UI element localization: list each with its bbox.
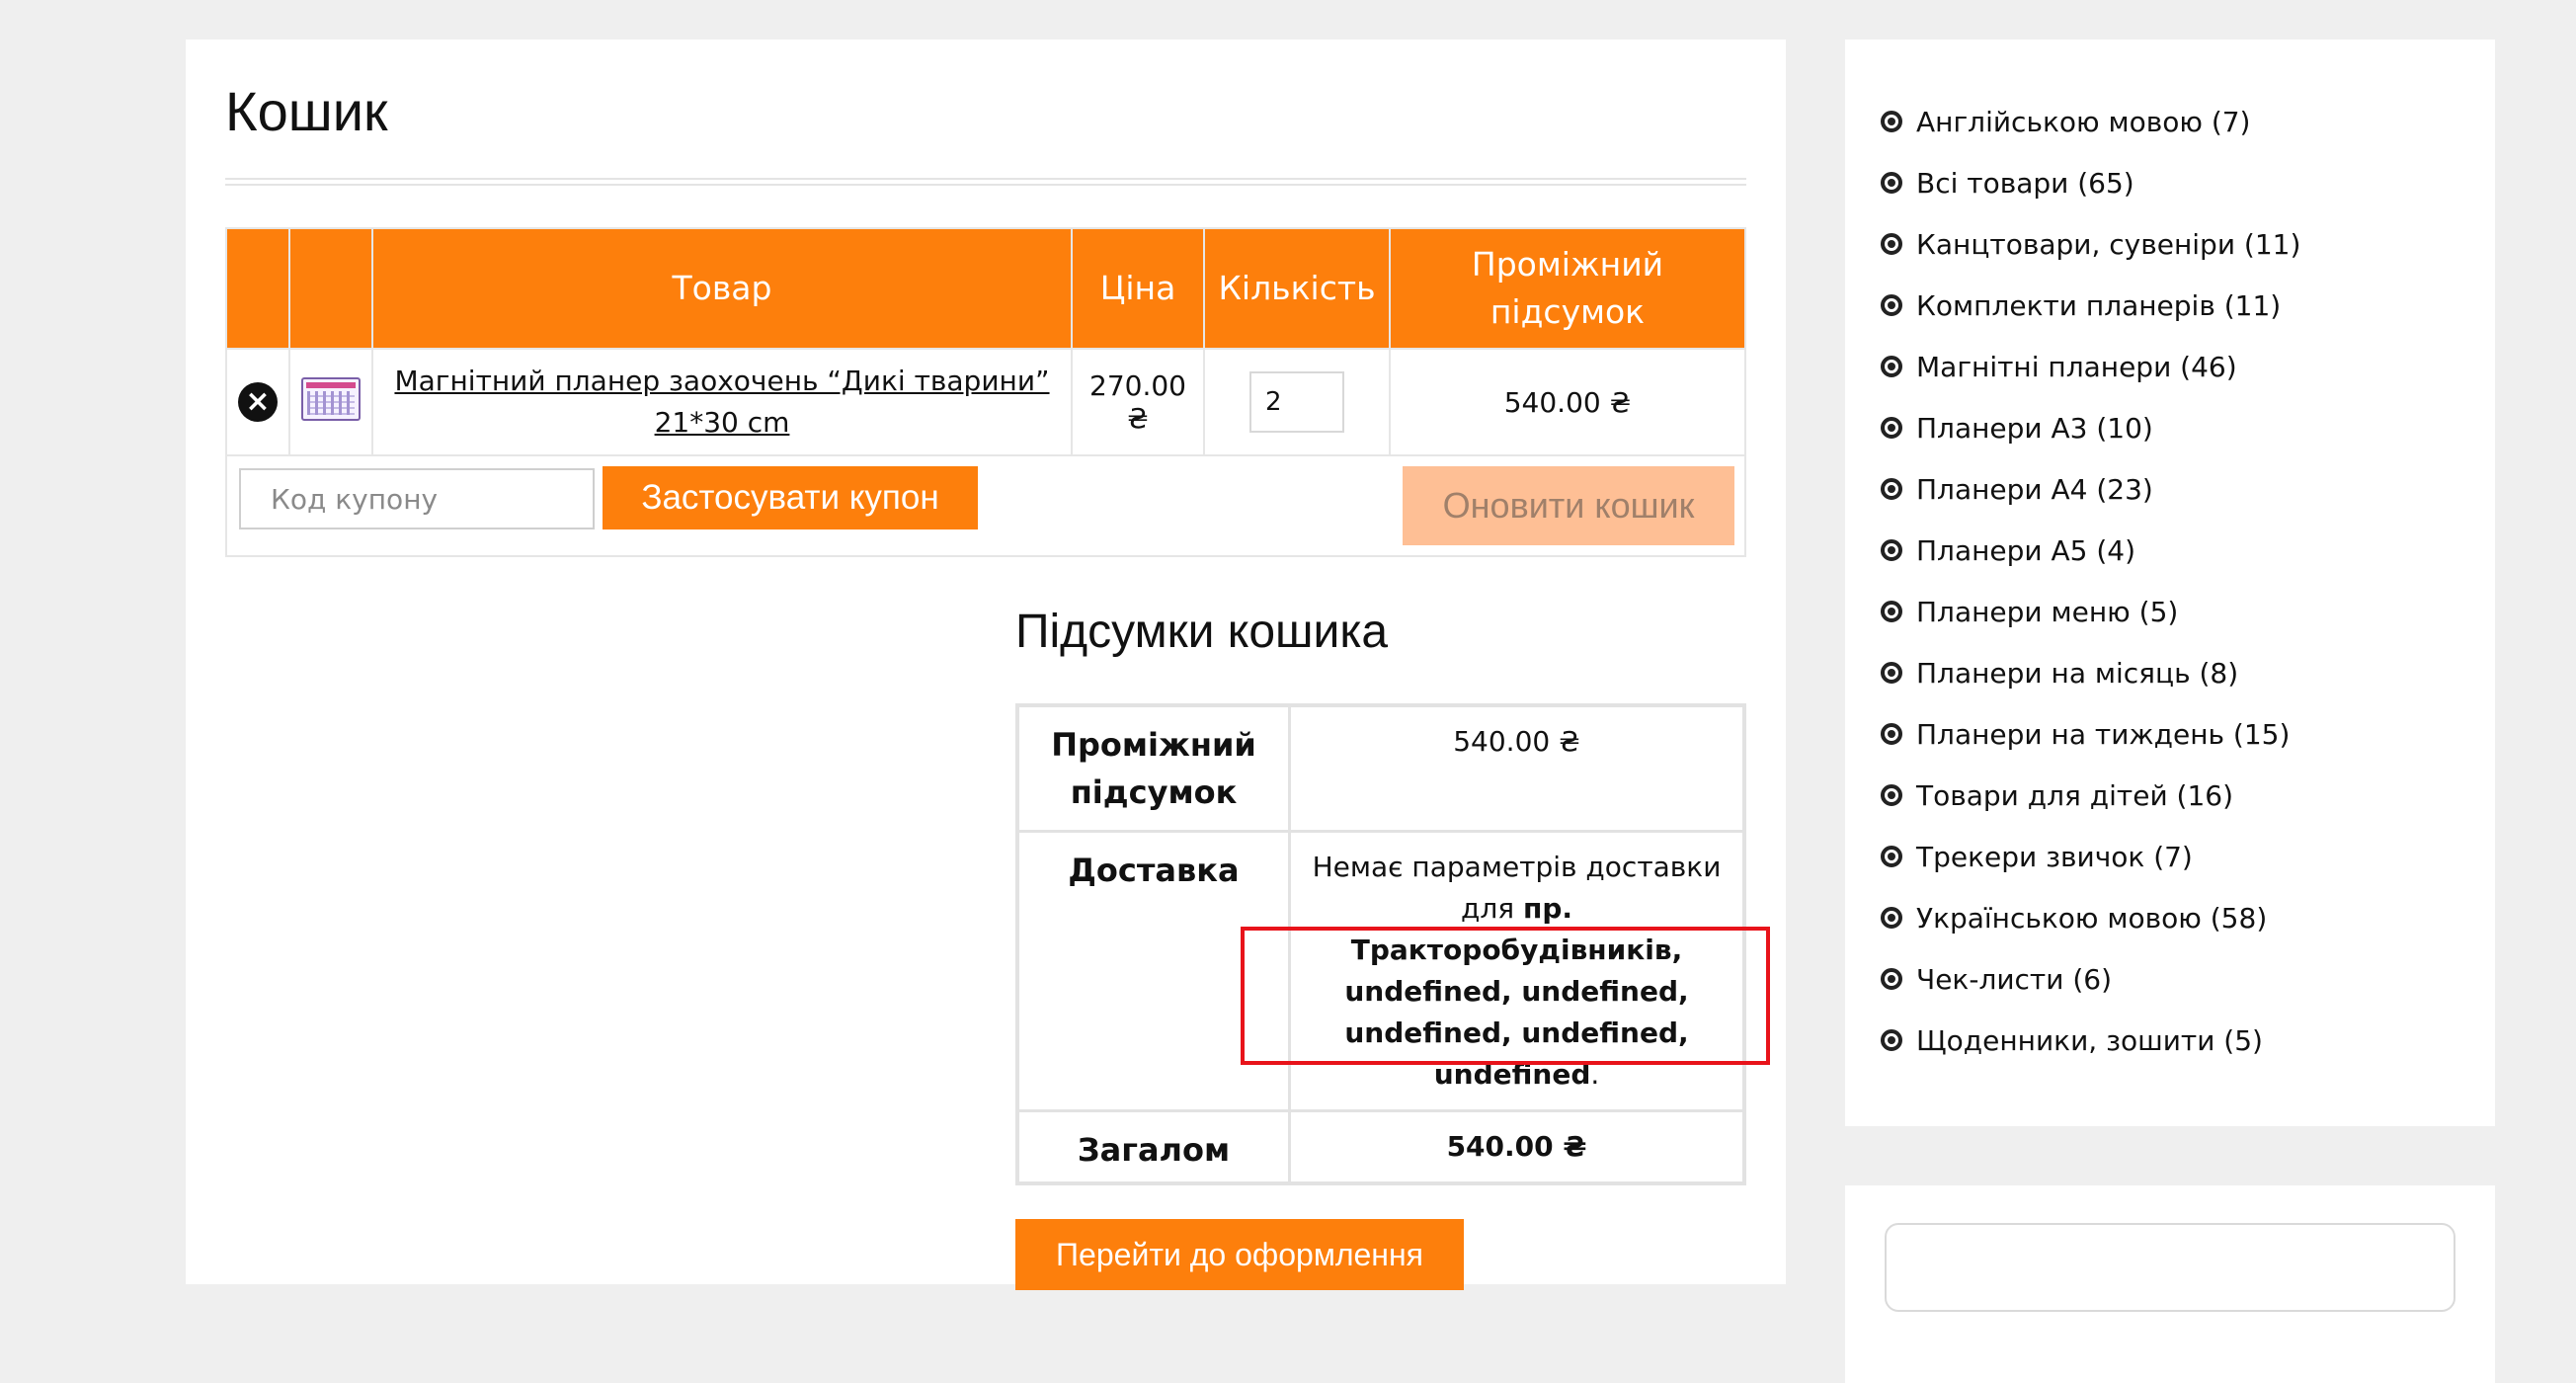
category-label[interactable]: Українською мовою (58) bbox=[1916, 902, 2267, 935]
cart-table: Товар Ціна Кількість Проміжний підсумок … bbox=[225, 227, 1746, 557]
totals-total-row: Загалом 540.00 ₴ bbox=[1015, 1109, 1746, 1185]
category-label[interactable]: Планери А5 (4) bbox=[1916, 534, 2135, 567]
circle-dot-icon bbox=[1881, 478, 1902, 500]
total-label: Загалом bbox=[1015, 1109, 1291, 1185]
total-value: 540.00 ₴ bbox=[1288, 1109, 1746, 1185]
header-subtotal: Проміжний підсумок bbox=[1389, 227, 1746, 350]
circle-dot-icon bbox=[1881, 1029, 1902, 1051]
cart-item-row: × Магнітний планер заохочень “Дикі твари… bbox=[225, 348, 1746, 456]
circle-dot-icon bbox=[1881, 172, 1902, 194]
category-label[interactable]: Планери на тиждень (15) bbox=[1916, 718, 2290, 751]
circle-dot-icon bbox=[1881, 662, 1902, 684]
sidebar-category-item[interactable]: Всі товари (65) bbox=[1881, 152, 2300, 213]
circle-dot-icon bbox=[1881, 601, 1902, 622]
circle-dot-icon bbox=[1881, 968, 1902, 990]
category-label[interactable]: Планери на місяць (8) bbox=[1916, 657, 2238, 690]
circle-dot-icon bbox=[1881, 356, 1902, 377]
close-circle-icon[interactable]: × bbox=[238, 382, 278, 422]
checkout-button[interactable]: Перейти до оформлення bbox=[1015, 1219, 1464, 1290]
category-label[interactable]: Магнітні планери (46) bbox=[1916, 351, 2237, 383]
category-label[interactable]: Планери А3 (10) bbox=[1916, 412, 2153, 445]
category-label[interactable]: Англійською мовою (7) bbox=[1916, 106, 2250, 138]
coupon-input[interactable] bbox=[239, 468, 595, 529]
circle-dot-icon bbox=[1881, 294, 1902, 316]
header-thumbnail bbox=[288, 227, 373, 350]
cart-actions: Застосувати купон Оновити кошик bbox=[225, 454, 1746, 557]
category-label[interactable]: Трекери звичок (7) bbox=[1916, 841, 2193, 873]
sidebar-category-item[interactable]: Планери на місяць (8) bbox=[1881, 642, 2300, 703]
category-list: Англійською мовою (7) Всі товари (65) Канц… bbox=[1881, 91, 2300, 1071]
category-label[interactable]: Планери А4 (23) bbox=[1916, 473, 2153, 506]
remove-cell: × bbox=[225, 348, 290, 456]
circle-dot-icon bbox=[1881, 723, 1902, 745]
product-thumbnail[interactable] bbox=[301, 376, 361, 421]
shipping-message: Немає параметрів доставки для bbox=[1312, 851, 1722, 925]
sidebar-search-box[interactable] bbox=[1885, 1223, 2455, 1312]
sidebar-category-item[interactable]: Планери А4 (23) bbox=[1881, 458, 2300, 520]
category-label[interactable]: Чек-листи (6) bbox=[1916, 963, 2112, 996]
sidebar-category-item[interactable]: Англійською мовою (7) bbox=[1881, 91, 2300, 152]
subtotal-cell: 540.00 ₴ bbox=[1389, 348, 1746, 456]
thumbnail-cell bbox=[288, 348, 373, 456]
category-label[interactable]: Комплекти планерів (11) bbox=[1916, 289, 2281, 322]
category-label[interactable]: Щоденники, зошити (5) bbox=[1916, 1024, 2263, 1057]
subtotal-value: 540.00 ₴ bbox=[1288, 703, 1746, 833]
sidebar-category-item[interactable]: Українською мовою (58) bbox=[1881, 887, 2300, 948]
circle-dot-icon bbox=[1881, 846, 1902, 867]
sidebar-category-item[interactable]: Планери на тиждень (15) bbox=[1881, 703, 2300, 765]
circle-dot-icon bbox=[1881, 907, 1902, 929]
sidebar-category-item[interactable]: Планери А3 (10) bbox=[1881, 397, 2300, 458]
sidebar-category-item[interactable]: Канцтовари, сувеніри (11) bbox=[1881, 213, 2300, 275]
sidebar-category-item[interactable]: Планери меню (5) bbox=[1881, 581, 2300, 642]
sidebar-category-item[interactable]: Магнітні планери (46) bbox=[1881, 336, 2300, 397]
sidebar-category-item[interactable]: Чек-листи (6) bbox=[1881, 948, 2300, 1010]
sidebar-category-item[interactable]: Щоденники, зошити (5) bbox=[1881, 1010, 2300, 1071]
category-label[interactable]: Канцтовари, сувеніри (11) bbox=[1916, 228, 2300, 261]
circle-dot-icon bbox=[1881, 233, 1902, 255]
category-label[interactable]: Товари для дітей (16) bbox=[1916, 779, 2233, 812]
cart-totals-title: Підсумки кошика bbox=[1015, 606, 1389, 658]
quantity-cell bbox=[1203, 348, 1391, 456]
sidebar-category-item[interactable]: Товари для дітей (16) bbox=[1881, 765, 2300, 826]
header-product: Товар bbox=[371, 227, 1073, 350]
product-cell: Магнітний планер заохочень “Дикі тварини… bbox=[371, 348, 1073, 456]
price-cell: 270.00 ₴ bbox=[1071, 348, 1205, 456]
circle-dot-icon bbox=[1881, 111, 1902, 132]
category-label[interactable]: Всі товари (65) bbox=[1916, 167, 2134, 200]
quantity-input[interactable] bbox=[1249, 371, 1344, 433]
sidebar-category-item[interactable]: Трекери звичок (7) bbox=[1881, 826, 2300, 887]
header-quantity: Кількість bbox=[1203, 227, 1391, 350]
main-content: Кошик Товар Ціна Кількість Проміжний під… bbox=[186, 40, 1786, 1290]
sidebar-categories: Англійською мовою (7) Всі товари (65) Канц… bbox=[1845, 40, 2495, 1126]
page-title: Кошик bbox=[225, 80, 388, 142]
apply-coupon-button[interactable]: Застосувати купон bbox=[603, 466, 978, 529]
circle-dot-icon bbox=[1881, 539, 1902, 561]
cart-actions-row: Застосувати купон Оновити кошик bbox=[225, 454, 1746, 557]
product-link[interactable]: Магнітний планер заохочень “Дикі тварини… bbox=[394, 365, 1049, 439]
circle-dot-icon bbox=[1881, 417, 1902, 439]
subtotal-label: Проміжний підсумок bbox=[1015, 703, 1291, 833]
sidebar-category-item[interactable]: Комплекти планерів (11) bbox=[1881, 275, 2300, 336]
update-cart-button[interactable]: Оновити кошик bbox=[1403, 466, 1734, 545]
header-remove bbox=[225, 227, 290, 350]
circle-dot-icon bbox=[1881, 784, 1902, 806]
category-label[interactable]: Планери меню (5) bbox=[1916, 596, 2178, 628]
shipping-highlight-box bbox=[1241, 927, 1770, 1065]
title-divider bbox=[225, 178, 1746, 190]
sidebar-widget bbox=[1845, 1185, 2495, 1383]
totals-subtotal-row: Проміжний підсумок 540.00 ₴ bbox=[1015, 703, 1746, 833]
sidebar-category-item[interactable]: Планери А5 (4) bbox=[1881, 520, 2300, 581]
cart-header-row: Товар Ціна Кількість Проміжний підсумок bbox=[225, 227, 1746, 350]
header-price: Ціна bbox=[1071, 227, 1205, 350]
